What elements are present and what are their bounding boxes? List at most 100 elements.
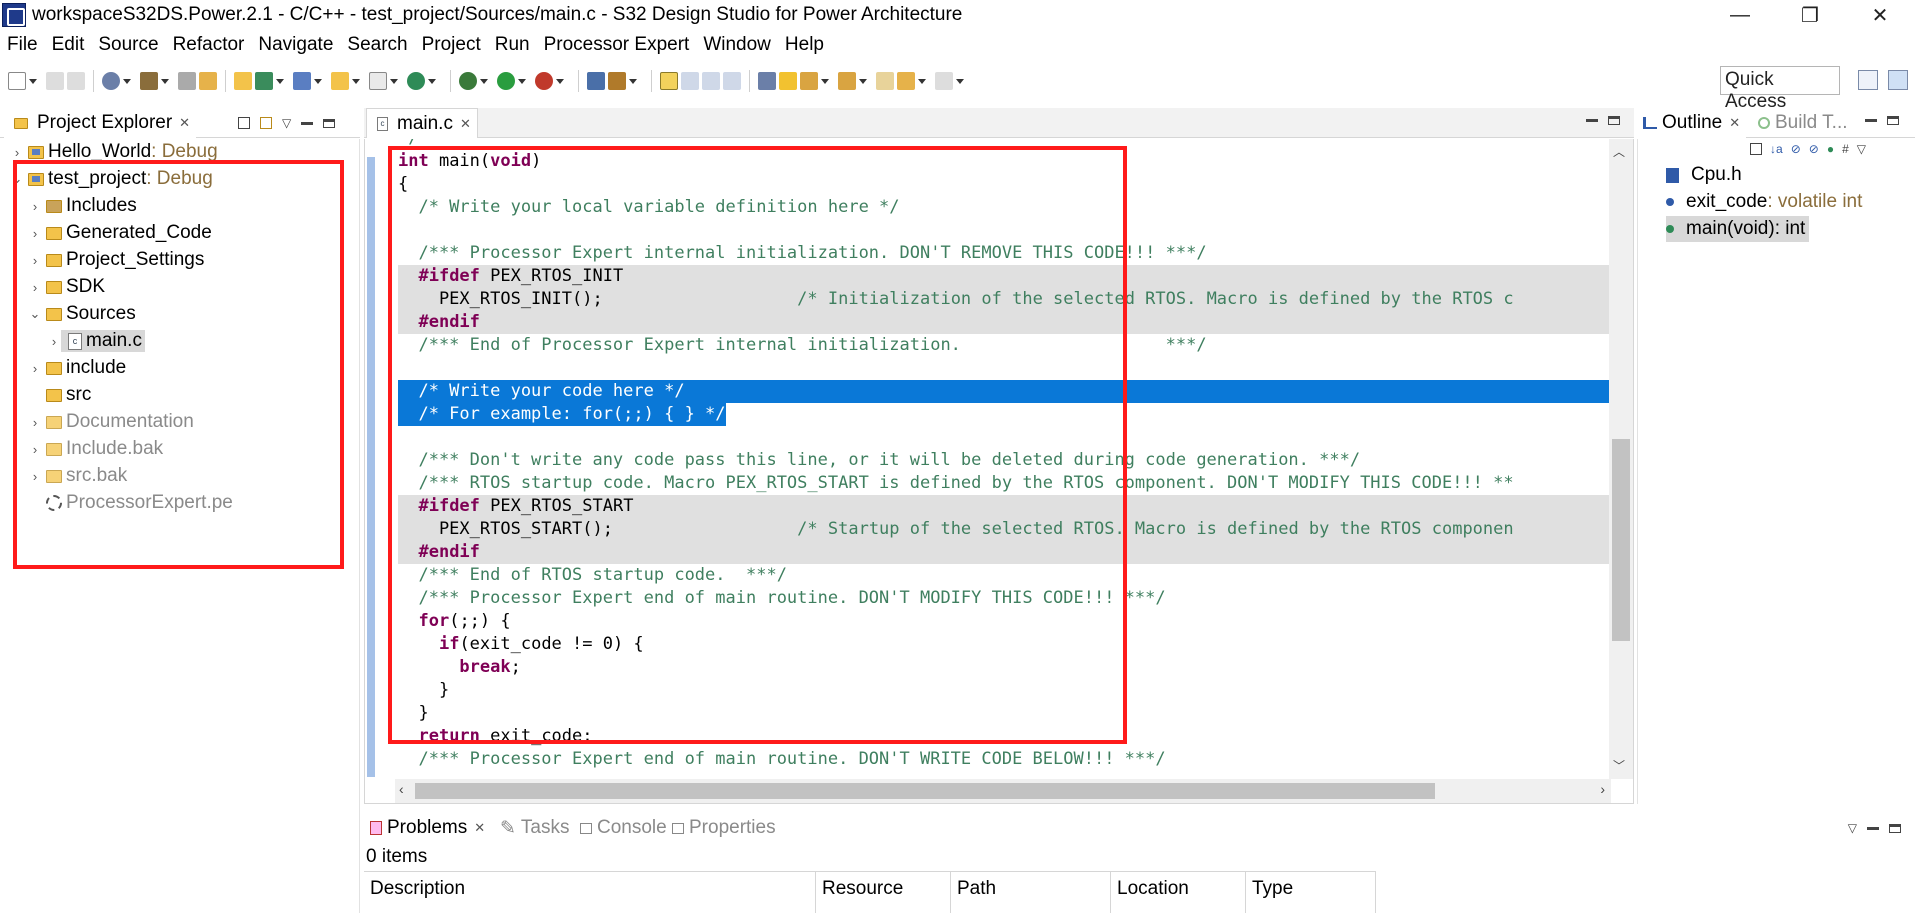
tree-item-project-settings[interactable]: › Project_Settings <box>28 247 205 273</box>
close-button[interactable]: ✕ <box>1845 0 1915 30</box>
chevron-right-icon[interactable]: › <box>28 280 42 295</box>
code-line[interactable] <box>398 219 1611 242</box>
tree-item-documentation[interactable]: › Documentation <box>28 409 194 435</box>
menu-file[interactable]: File <box>0 34 45 56</box>
column-path[interactable]: Path <box>951 872 1111 913</box>
view-menu-icon[interactable]: ▽ <box>1848 821 1857 835</box>
minimize-button[interactable]: — <box>1705 0 1775 30</box>
code-line[interactable] <box>398 357 1611 380</box>
chevron-right-icon[interactable]: › <box>28 469 42 484</box>
menu-search[interactable]: Search <box>340 34 414 56</box>
code-line[interactable]: /*** End of Processor Expert internal in… <box>398 334 1611 357</box>
code-line[interactable]: /*** Processor Expert end of main routin… <box>398 748 1611 771</box>
outline-item-exit-code[interactable]: exit_code : volatile int <box>1666 189 1862 215</box>
tree-item-include-bak[interactable]: › Include.bak <box>28 436 163 462</box>
back-icon[interactable] <box>897 72 915 90</box>
tree-item-includes[interactable]: › Includes <box>28 193 137 219</box>
code-line[interactable]: /*** Processor Expert internal initializ… <box>398 242 1611 265</box>
new-class-dropdown-icon[interactable] <box>390 78 398 84</box>
run-dropdown-icon[interactable] <box>518 78 526 84</box>
code-line[interactable]: /*** RTOS startup code. Macro PEX_RTOS_S… <box>398 472 1611 495</box>
code-line[interactable]: #endif <box>398 311 1611 334</box>
vertical-scrollbar[interactable]: ︿ ﹀ <box>1609 139 1633 779</box>
chevron-down-icon[interactable]: ⌄ <box>10 171 24 187</box>
code-line[interactable]: */ <box>398 139 1611 150</box>
tab-main-c[interactable]: c main.c ✕ <box>366 108 478 138</box>
menu-window[interactable]: Window <box>696 34 778 56</box>
code-line[interactable] <box>398 426 1611 449</box>
code-line[interactable]: #ifdef PEX_RTOS_INIT <box>398 265 1611 288</box>
run-icon[interactable] <box>497 72 515 90</box>
menu-help[interactable]: Help <box>778 34 831 56</box>
menu-navigate[interactable]: Navigate <box>251 34 340 56</box>
chevron-right-icon[interactable]: › <box>28 415 42 430</box>
save-all-icon[interactable] <box>67 72 85 90</box>
column-resource[interactable]: Resource <box>816 872 951 913</box>
minimize-icon[interactable] <box>1865 119 1877 122</box>
block-select-icon[interactable] <box>723 72 741 90</box>
sort-icon[interactable]: ↓a <box>1770 142 1783 156</box>
scroll-left-icon[interactable]: ‹ <box>399 781 404 797</box>
tab-problems[interactable]: Problems ✕ <box>364 813 492 843</box>
prev-annotation-icon[interactable] <box>838 72 856 90</box>
tab-properties[interactable]: Properties <box>666 813 782 843</box>
prev-annotation-dropdown-icon[interactable] <box>859 78 867 84</box>
terminal-icon[interactable] <box>255 72 273 90</box>
menu-refactor[interactable]: Refactor <box>166 34 252 56</box>
chevron-right-icon[interactable]: › <box>28 226 42 241</box>
quick-access-field[interactable]: Quick Access <box>1720 66 1840 112</box>
maximize-button[interactable]: ❐ <box>1775 0 1845 30</box>
next-annotation-icon[interactable] <box>800 72 818 90</box>
hide-nonpublic-icon[interactable]: ● <box>1827 142 1834 156</box>
debug-dropdown-icon[interactable] <box>480 78 488 84</box>
hide-fields-icon[interactable]: ⊘ <box>1791 142 1801 156</box>
tree-item-processor-expert-pe[interactable]: ProcessorExpert.pe <box>28 490 233 516</box>
code-line[interactable]: int main(void) <box>398 150 1611 173</box>
maximize-icon[interactable] <box>1887 116 1899 125</box>
scroll-thumb[interactable] <box>415 783 1435 799</box>
external-tools-icon[interactable] <box>535 72 553 90</box>
tree-item-sdk[interactable]: › SDK <box>28 274 105 300</box>
tree-item-test-project[interactable]: ⌄ test_project: Debug <box>10 166 213 192</box>
new-dropdown-icon[interactable] <box>29 78 37 84</box>
code-line[interactable]: for(;;) { <box>398 610 1611 633</box>
menu-project[interactable]: Project <box>415 34 488 56</box>
maximize-icon[interactable] <box>323 118 336 128</box>
new-folder-icon[interactable] <box>331 72 349 90</box>
code-line[interactable]: { <box>398 173 1611 196</box>
tree-item-hello-world[interactable]: › Hello_World: Debug <box>10 139 218 165</box>
last-edit-icon[interactable] <box>876 72 894 90</box>
code-line[interactable]: break; <box>398 656 1611 679</box>
forward-icon[interactable] <box>935 72 953 90</box>
tab-tasks[interactable]: ✎ Tasks <box>494 813 576 843</box>
code-line[interactable]: if(exit_code != 0) { <box>398 633 1611 656</box>
maximize-icon[interactable] <box>1608 116 1620 125</box>
tab-outline[interactable]: Outline ✕ <box>1637 108 1747 138</box>
menu-edit[interactable]: Edit <box>45 34 92 56</box>
new-icon[interactable] <box>8 72 26 90</box>
new-project-icon[interactable] <box>293 72 311 90</box>
collapse-all-icon[interactable] <box>1750 143 1762 155</box>
code-line[interactable]: PEX_RTOS_INIT(); /* Initialization of th… <box>398 288 1611 311</box>
outline-item-main[interactable]: main(void) : int <box>1666 216 1810 242</box>
new-project-dropdown-icon[interactable] <box>314 78 322 84</box>
pin-icon[interactable] <box>758 72 776 90</box>
code-line[interactable]: } <box>398 702 1611 725</box>
show-whitespace-icon[interactable] <box>702 72 720 90</box>
save-icon[interactable] <box>46 72 64 90</box>
code-line[interactable]: /*** Processor Expert end of main routin… <box>398 587 1611 610</box>
tree-item-src[interactable]: src <box>28 382 91 408</box>
highlight-icon[interactable] <box>660 72 678 90</box>
minimize-icon[interactable] <box>301 121 314 125</box>
tree-item-src-bak[interactable]: › src.bak <box>28 463 127 489</box>
chevron-right-icon[interactable]: › <box>28 361 42 376</box>
chip-icon[interactable] <box>587 72 605 90</box>
scroll-right-icon[interactable]: › <box>1600 781 1605 797</box>
outline-item-cpu-h[interactable]: Cpu.h <box>1666 162 1742 188</box>
build-hammer-icon[interactable] <box>140 72 158 90</box>
tab-console[interactable]: Console <box>574 813 673 843</box>
build-dropdown-icon[interactable] <box>161 78 169 84</box>
code-line[interactable]: /* Write your local variable definition … <box>398 196 1611 219</box>
code-line[interactable]: PEX_RTOS_START(); /* Startup of the sele… <box>398 518 1611 541</box>
open-folder-icon[interactable] <box>234 72 252 90</box>
